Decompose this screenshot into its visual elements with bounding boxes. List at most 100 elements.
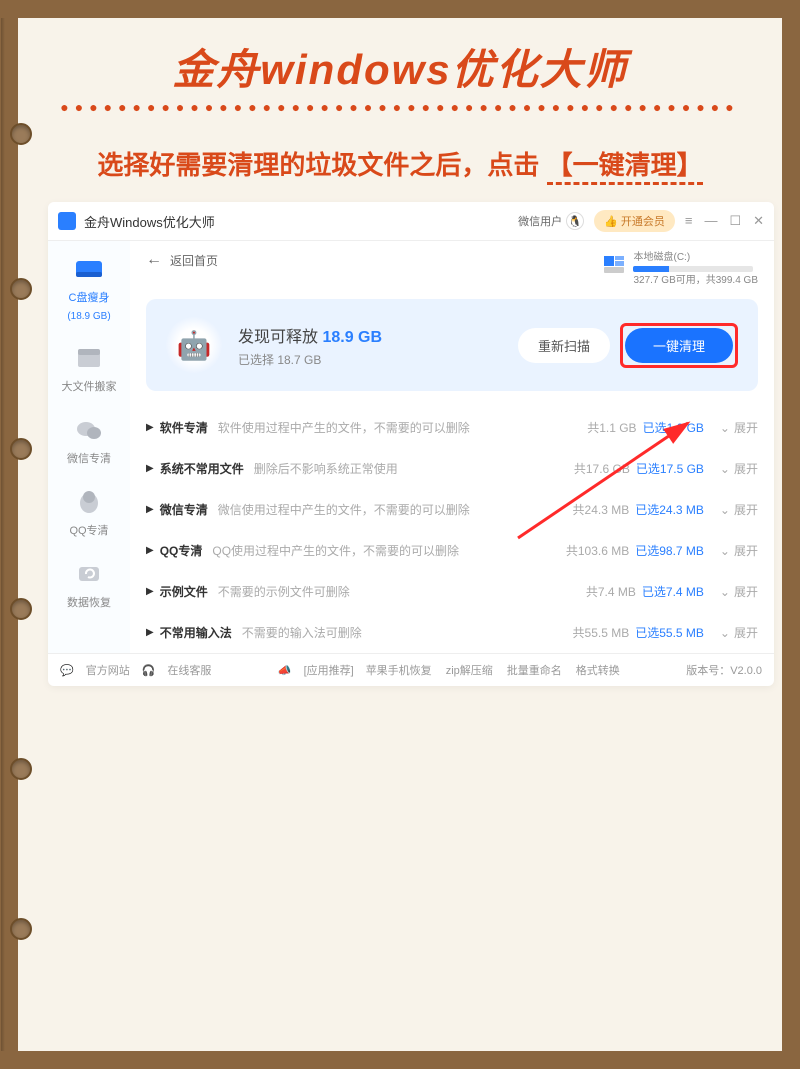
group-total: 共17.6 GB xyxy=(574,460,630,477)
group-row[interactable]: ▶ 软件专清 软件使用过程中产生的文件，不需要的可以删除 共1.1 GB 已选1… xyxy=(146,407,758,448)
group-name: 不常用输入法 xyxy=(160,624,232,641)
back-arrow-icon: ← xyxy=(146,251,162,269)
group-row[interactable]: ▶ 系统不常用文件 删除后不影响系统正常使用 共17.6 GB 已选17.5 G… xyxy=(146,448,758,489)
summary-line1: 发现可释放 18.9 GB xyxy=(238,323,518,347)
expand-triangle-icon: ▶ xyxy=(146,422,154,433)
close-icon[interactable]: ✕ xyxy=(753,213,764,229)
group-expand[interactable]: ⌄展开 xyxy=(720,542,758,559)
expand-triangle-icon: ▶ xyxy=(146,627,154,638)
chat-icon: 💬 xyxy=(60,664,74,677)
group-desc: 微信使用过程中产生的文件，不需要的可以删除 xyxy=(218,501,573,518)
group-total: 共55.5 MB xyxy=(573,624,630,641)
group-selected: 已选98.7 MB xyxy=(635,542,704,559)
group-row[interactable]: ▶ QQ专清 QQ使用过程中产生的文件，不需要的可以删除 共103.6 MB 已… xyxy=(146,530,758,571)
sidebar-item-label: C盘瘦身 xyxy=(69,289,110,305)
robot-icon: 🤖 xyxy=(166,317,222,373)
megaphone-icon: 📣 xyxy=(278,664,292,677)
disk-info: 本地磁盘(C:) 327.7 GB可用，共399.4 GB xyxy=(601,251,758,287)
chevron-down-icon: ⌄ xyxy=(720,421,730,435)
group-name: QQ专清 xyxy=(160,542,203,559)
group-expand[interactable]: ⌄展开 xyxy=(720,419,758,436)
group-row[interactable]: ▶ 微信专清 微信使用过程中产生的文件，不需要的可以删除 共24.3 MB 已选… xyxy=(146,489,758,530)
recover-icon xyxy=(73,560,105,588)
chevron-down-icon: ⌄ xyxy=(720,462,730,476)
sidebar: C盘瘦身 (18.9 GB) 大文件搬家 微信专清 xyxy=(48,241,130,653)
group-total: 共7.4 MB xyxy=(586,583,636,600)
app-logo-icon xyxy=(58,212,76,230)
poster-title: 金舟windows优化大师 xyxy=(18,36,782,97)
group-row[interactable]: ▶ 示例文件 不需要的示例文件可删除 共7.4 MB 已选7.4 MB ⌄展开 xyxy=(146,571,758,612)
group-desc: 不需要的输入法可删除 xyxy=(242,624,573,641)
group-expand[interactable]: ⌄展开 xyxy=(720,583,758,600)
group-desc: QQ使用过程中产生的文件，不需要的可以删除 xyxy=(212,542,565,559)
group-row[interactable]: ▶ 不常用输入法 不需要的输入法可删除 共55.5 MB 已选55.5 MB ⌄… xyxy=(146,612,758,653)
sidebar-item-qq[interactable]: QQ专清 xyxy=(48,488,130,538)
menu-icon[interactable]: ≡ xyxy=(685,213,693,229)
footer-link[interactable]: 批量重命名 xyxy=(507,662,562,678)
group-name: 示例文件 xyxy=(160,583,208,600)
disk-icon xyxy=(73,255,105,283)
sidebar-item-label: 微信专清 xyxy=(67,450,111,466)
group-selected: 已选24.3 MB xyxy=(635,501,704,518)
poster-subtitle: 选择好需要清理的垃圾文件之后，点击 【一键清理】 xyxy=(18,145,782,182)
wechat-icon xyxy=(73,416,105,444)
back-button[interactable]: ← 返回首页 xyxy=(146,251,218,269)
disk-name: 本地磁盘(C:) xyxy=(633,251,758,264)
minimize-icon[interactable]: — xyxy=(704,213,717,229)
group-selected: 已选7.4 MB xyxy=(642,583,704,600)
expand-triangle-icon: ▶ xyxy=(146,504,154,515)
back-label: 返回首页 xyxy=(170,252,218,269)
group-expand[interactable]: ⌄展开 xyxy=(720,501,758,518)
footer-link[interactable]: 苹果手机恢复 xyxy=(366,662,432,678)
group-expand[interactable]: ⌄展开 xyxy=(720,460,758,477)
rescan-button[interactable]: 重新扫描 xyxy=(518,328,610,363)
disk-usage-text: 327.7 GB可用，共399.4 GB xyxy=(633,274,758,287)
titlebar: 金舟Windows优化大师 微信用户 🐧 👍 开通会员 ≡ — ☐ ✕ xyxy=(48,202,774,241)
sidebar-item-recover[interactable]: 数据恢复 xyxy=(48,560,130,610)
summary-amount: 18.9 GB xyxy=(322,329,382,346)
maximize-icon[interactable]: ☐ xyxy=(729,213,741,229)
group-desc: 不需要的示例文件可删除 xyxy=(218,583,586,600)
expand-triangle-icon: ▶ xyxy=(146,463,154,474)
app-window: 金舟Windows优化大师 微信用户 🐧 👍 开通会员 ≡ — ☐ ✕ C盘瘦身 xyxy=(48,202,774,686)
app-title: 金舟Windows优化大师 xyxy=(84,212,215,231)
footer-link[interactable]: zip解压缩 xyxy=(446,662,493,678)
footer-recommend-label: [应用推荐] xyxy=(304,662,354,678)
poster-subtitle-key: 【一键清理】 xyxy=(547,150,703,185)
title-underline-dots: ●●●●●●●●●●●●●●●●●●●●●●●●●●●●●●●●●●●●●●●●… xyxy=(18,99,782,115)
wechat-avatar-icon[interactable]: 🐧 xyxy=(566,212,584,230)
group-desc: 软件使用过程中产生的文件，不需要的可以删除 xyxy=(218,419,587,436)
summary-card: 🤖 发现可释放 18.9 GB 已选择 18.7 GB 重新扫描 一键清理 xyxy=(146,299,758,391)
group-name: 软件专清 xyxy=(160,419,208,436)
clean-button[interactable]: 一键清理 xyxy=(625,328,733,363)
group-selected: 已选17.5 GB xyxy=(636,460,704,477)
version-label: 版本号：V2.0.0 xyxy=(686,662,762,678)
sidebar-item-label: 大文件搬家 xyxy=(62,378,117,394)
group-expand[interactable]: ⌄展开 xyxy=(720,624,758,641)
chevron-down-icon: ⌄ xyxy=(720,503,730,517)
footer-support-link[interactable]: 在线客服 xyxy=(167,662,211,678)
sidebar-item-wechat[interactable]: 微信专清 xyxy=(48,416,130,466)
box-icon xyxy=(73,344,105,372)
chevron-down-icon: ⌄ xyxy=(720,544,730,558)
sidebar-item-label: QQ专清 xyxy=(69,522,108,538)
sidebar-item-label: 数据恢复 xyxy=(67,594,111,610)
expand-triangle-icon: ▶ xyxy=(146,545,154,556)
sidebar-item-sublabel: (18.9 GB) xyxy=(67,311,110,322)
group-selected: 已选1.0 GB xyxy=(643,419,704,436)
group-name: 微信专清 xyxy=(160,501,208,518)
group-total: 共103.6 MB xyxy=(566,542,629,559)
highlight-box: 一键清理 xyxy=(620,323,738,368)
wechat-user-label: 微信用户 xyxy=(518,213,562,229)
group-name: 系统不常用文件 xyxy=(160,460,244,477)
chevron-down-icon: ⌄ xyxy=(720,626,730,640)
chevron-down-icon: ⌄ xyxy=(720,585,730,599)
sidebar-item-bigfile[interactable]: 大文件搬家 xyxy=(48,344,130,394)
vip-button[interactable]: 👍 开通会员 xyxy=(594,210,675,232)
footer-link[interactable]: 格式转换 xyxy=(576,662,620,678)
qq-icon xyxy=(73,488,105,516)
group-selected: 已选55.5 MB xyxy=(635,624,704,641)
footer-official-link[interactable]: 官方网站 xyxy=(86,662,130,678)
sidebar-item-cdisk[interactable]: C盘瘦身 (18.9 GB) xyxy=(48,255,130,322)
expand-triangle-icon: ▶ xyxy=(146,586,154,597)
